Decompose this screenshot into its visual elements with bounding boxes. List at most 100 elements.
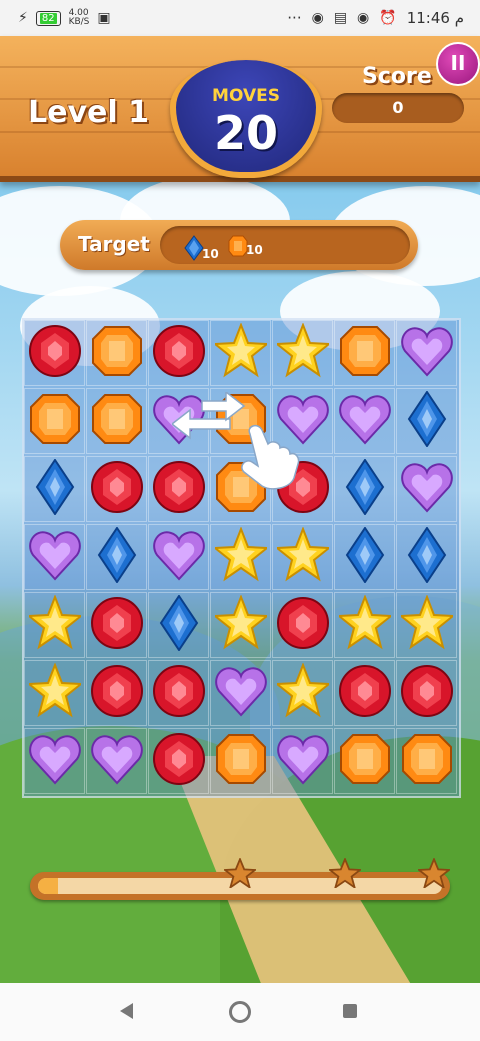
blue-gem-icon[interactable]: [97, 526, 137, 587]
board-cell[interactable]: [148, 728, 209, 794]
board-cell[interactable]: [148, 524, 209, 590]
home-icon[interactable]: [229, 1001, 251, 1023]
purple-gem-icon[interactable]: [152, 527, 205, 587]
back-icon[interactable]: [120, 1003, 133, 1019]
progress-fill: [38, 878, 59, 894]
star-gem-icon[interactable]: [273, 526, 332, 587]
star-gem-icon[interactable]: [211, 322, 270, 383]
board-cell[interactable]: [86, 388, 147, 454]
board-cell[interactable]: [86, 320, 147, 386]
board-cell[interactable]: [210, 592, 271, 658]
board-cell[interactable]: [24, 320, 85, 386]
purple-gem-icon[interactable]: [214, 663, 267, 723]
board-cell[interactable]: [396, 320, 457, 386]
purple-gem-icon[interactable]: [28, 731, 81, 791]
board-cell[interactable]: [396, 524, 457, 590]
star-gem-icon[interactable]: [211, 594, 270, 655]
purple-gem-icon[interactable]: [276, 731, 329, 791]
board-cell[interactable]: [86, 524, 147, 590]
swap-hint-hand-icon: [170, 390, 312, 496]
star-gem-icon[interactable]: [25, 594, 84, 655]
red-gem-icon[interactable]: [338, 663, 391, 723]
star-gem-icon[interactable]: [25, 662, 84, 723]
target-panel: Target 10 10: [60, 220, 418, 270]
recent-apps-icon[interactable]: [343, 1004, 357, 1018]
board-cell[interactable]: [272, 728, 333, 794]
board-cell[interactable]: [148, 592, 209, 658]
blue-gem-icon[interactable]: [35, 458, 75, 519]
purple-gem-icon[interactable]: [28, 527, 81, 587]
orange-gem-icon[interactable]: [339, 731, 391, 791]
board-cell[interactable]: [210, 524, 271, 590]
purple-gem-icon[interactable]: [90, 731, 143, 791]
board-cell[interactable]: [272, 320, 333, 386]
board-cell[interactable]: [396, 456, 457, 522]
board-cell[interactable]: [86, 728, 147, 794]
board-cell[interactable]: [272, 660, 333, 726]
board-cell[interactable]: [24, 728, 85, 794]
star-gem-icon[interactable]: [273, 662, 332, 723]
target-blue-gem: 10: [184, 235, 219, 261]
board-cell[interactable]: [272, 592, 333, 658]
score-label: Score: [362, 64, 432, 89]
sim-icon: ▣: [97, 10, 111, 26]
red-gem-icon[interactable]: [152, 731, 205, 791]
board-cell[interactable]: [210, 660, 271, 726]
board-cell[interactable]: [86, 592, 147, 658]
star-gem-icon[interactable]: [335, 594, 394, 655]
red-gem-icon[interactable]: [152, 323, 205, 383]
red-gem-icon[interactable]: [28, 323, 81, 383]
star-gem-icon[interactable]: [211, 526, 270, 587]
red-gem-icon[interactable]: [90, 459, 143, 519]
board-cell[interactable]: [334, 388, 395, 454]
board-cell[interactable]: [334, 456, 395, 522]
orange-gem-icon[interactable]: [215, 731, 267, 791]
red-gem-icon[interactable]: [400, 663, 453, 723]
pause-button[interactable]: II: [436, 42, 480, 86]
board-cell[interactable]: [396, 728, 457, 794]
blue-gem-icon[interactable]: [345, 526, 385, 587]
star-gem-icon[interactable]: [397, 594, 456, 655]
blue-gem-icon[interactable]: [407, 526, 447, 587]
red-gem-icon[interactable]: [152, 663, 205, 723]
board-cell[interactable]: [210, 320, 271, 386]
board-cell[interactable]: [86, 456, 147, 522]
board-cell[interactable]: [24, 592, 85, 658]
board-cell[interactable]: [24, 524, 85, 590]
orange-gem-icon[interactable]: [339, 323, 391, 383]
battery-icon: 82: [35, 10, 61, 26]
purple-gem-icon[interactable]: [338, 391, 391, 451]
board-cell[interactable]: [396, 660, 457, 726]
target-orange-count: 10: [246, 243, 263, 257]
board-cell[interactable]: [24, 456, 85, 522]
red-gem-icon[interactable]: [90, 663, 143, 723]
board-cell[interactable]: [148, 660, 209, 726]
board-cell[interactable]: [396, 388, 457, 454]
orange-gem-icon[interactable]: [91, 323, 143, 383]
board-cell[interactable]: [24, 660, 85, 726]
orange-gem-icon[interactable]: [29, 391, 81, 451]
board-cell[interactable]: [334, 524, 395, 590]
board-cell[interactable]: [334, 320, 395, 386]
blue-gem-icon[interactable]: [407, 390, 447, 451]
orange-gem-icon[interactable]: [91, 391, 143, 451]
board-cell[interactable]: [334, 592, 395, 658]
target-label: Target: [78, 232, 150, 256]
board-cell[interactable]: [148, 320, 209, 386]
board-cell[interactable]: [210, 728, 271, 794]
board-cell[interactable]: [272, 524, 333, 590]
board-cell[interactable]: [396, 592, 457, 658]
star-gem-icon[interactable]: [273, 322, 332, 383]
purple-gem-icon[interactable]: [400, 459, 453, 519]
board-cell[interactable]: [334, 728, 395, 794]
board-cell[interactable]: [86, 660, 147, 726]
orange-gem-icon: [228, 235, 248, 257]
purple-gem-icon[interactable]: [400, 323, 453, 383]
board-cell[interactable]: [24, 388, 85, 454]
red-gem-icon[interactable]: [276, 595, 329, 655]
orange-gem-icon[interactable]: [401, 731, 453, 791]
board-cell[interactable]: [334, 660, 395, 726]
blue-gem-icon[interactable]: [159, 594, 199, 655]
blue-gem-icon[interactable]: [345, 458, 385, 519]
red-gem-icon[interactable]: [90, 595, 143, 655]
